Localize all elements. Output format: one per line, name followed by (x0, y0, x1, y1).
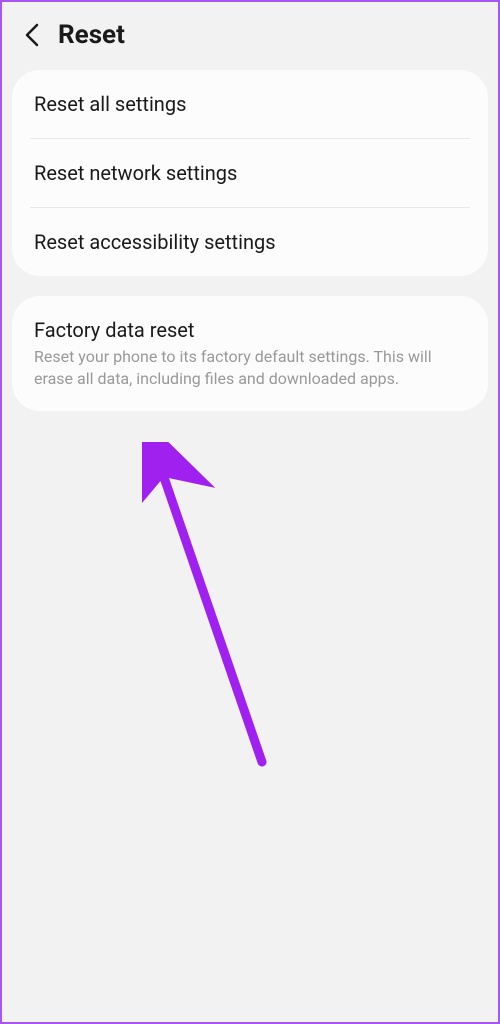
settings-group-2: Factory data reset Reset your phone to i… (12, 296, 488, 411)
list-item-label: Reset all settings (34, 92, 466, 116)
page-title: Reset (58, 20, 125, 50)
reset-network-settings-item[interactable]: Reset network settings (12, 139, 488, 207)
factory-data-reset-item[interactable]: Factory data reset Reset your phone to i… (12, 296, 488, 411)
list-item-label: Factory data reset (34, 318, 466, 342)
list-item-label: Reset accessibility settings (34, 230, 466, 254)
back-icon[interactable] (24, 22, 40, 48)
reset-accessibility-settings-item[interactable]: Reset accessibility settings (12, 208, 488, 276)
list-item-description: Reset your phone to its factory default … (34, 346, 466, 389)
header: Reset (2, 2, 498, 70)
annotation-arrow-icon (142, 442, 282, 772)
reset-all-settings-item[interactable]: Reset all settings (12, 70, 488, 138)
settings-group-1: Reset all settings Reset network setting… (12, 70, 488, 276)
list-item-label: Reset network settings (34, 161, 466, 185)
